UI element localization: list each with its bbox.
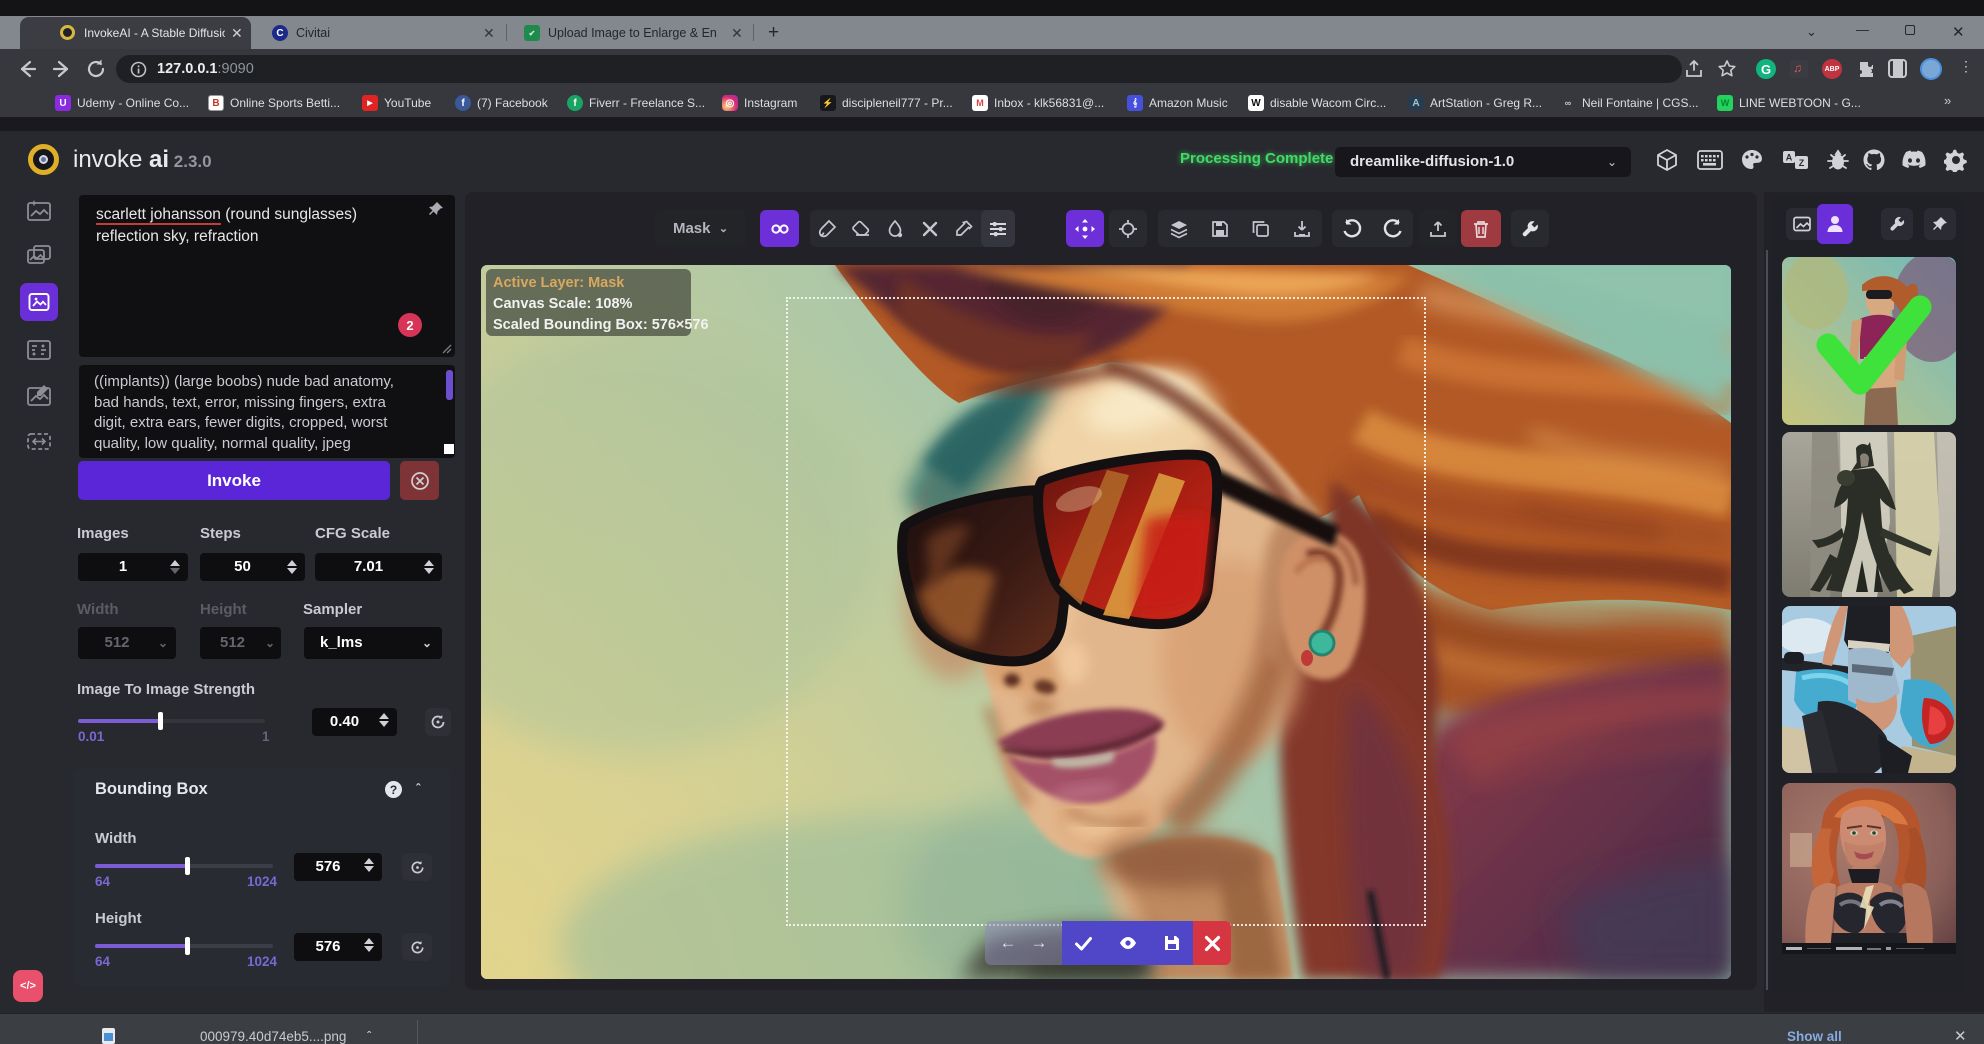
svg-text:A: A <box>1786 153 1793 163</box>
svg-text:Z: Z <box>1799 158 1805 168</box>
